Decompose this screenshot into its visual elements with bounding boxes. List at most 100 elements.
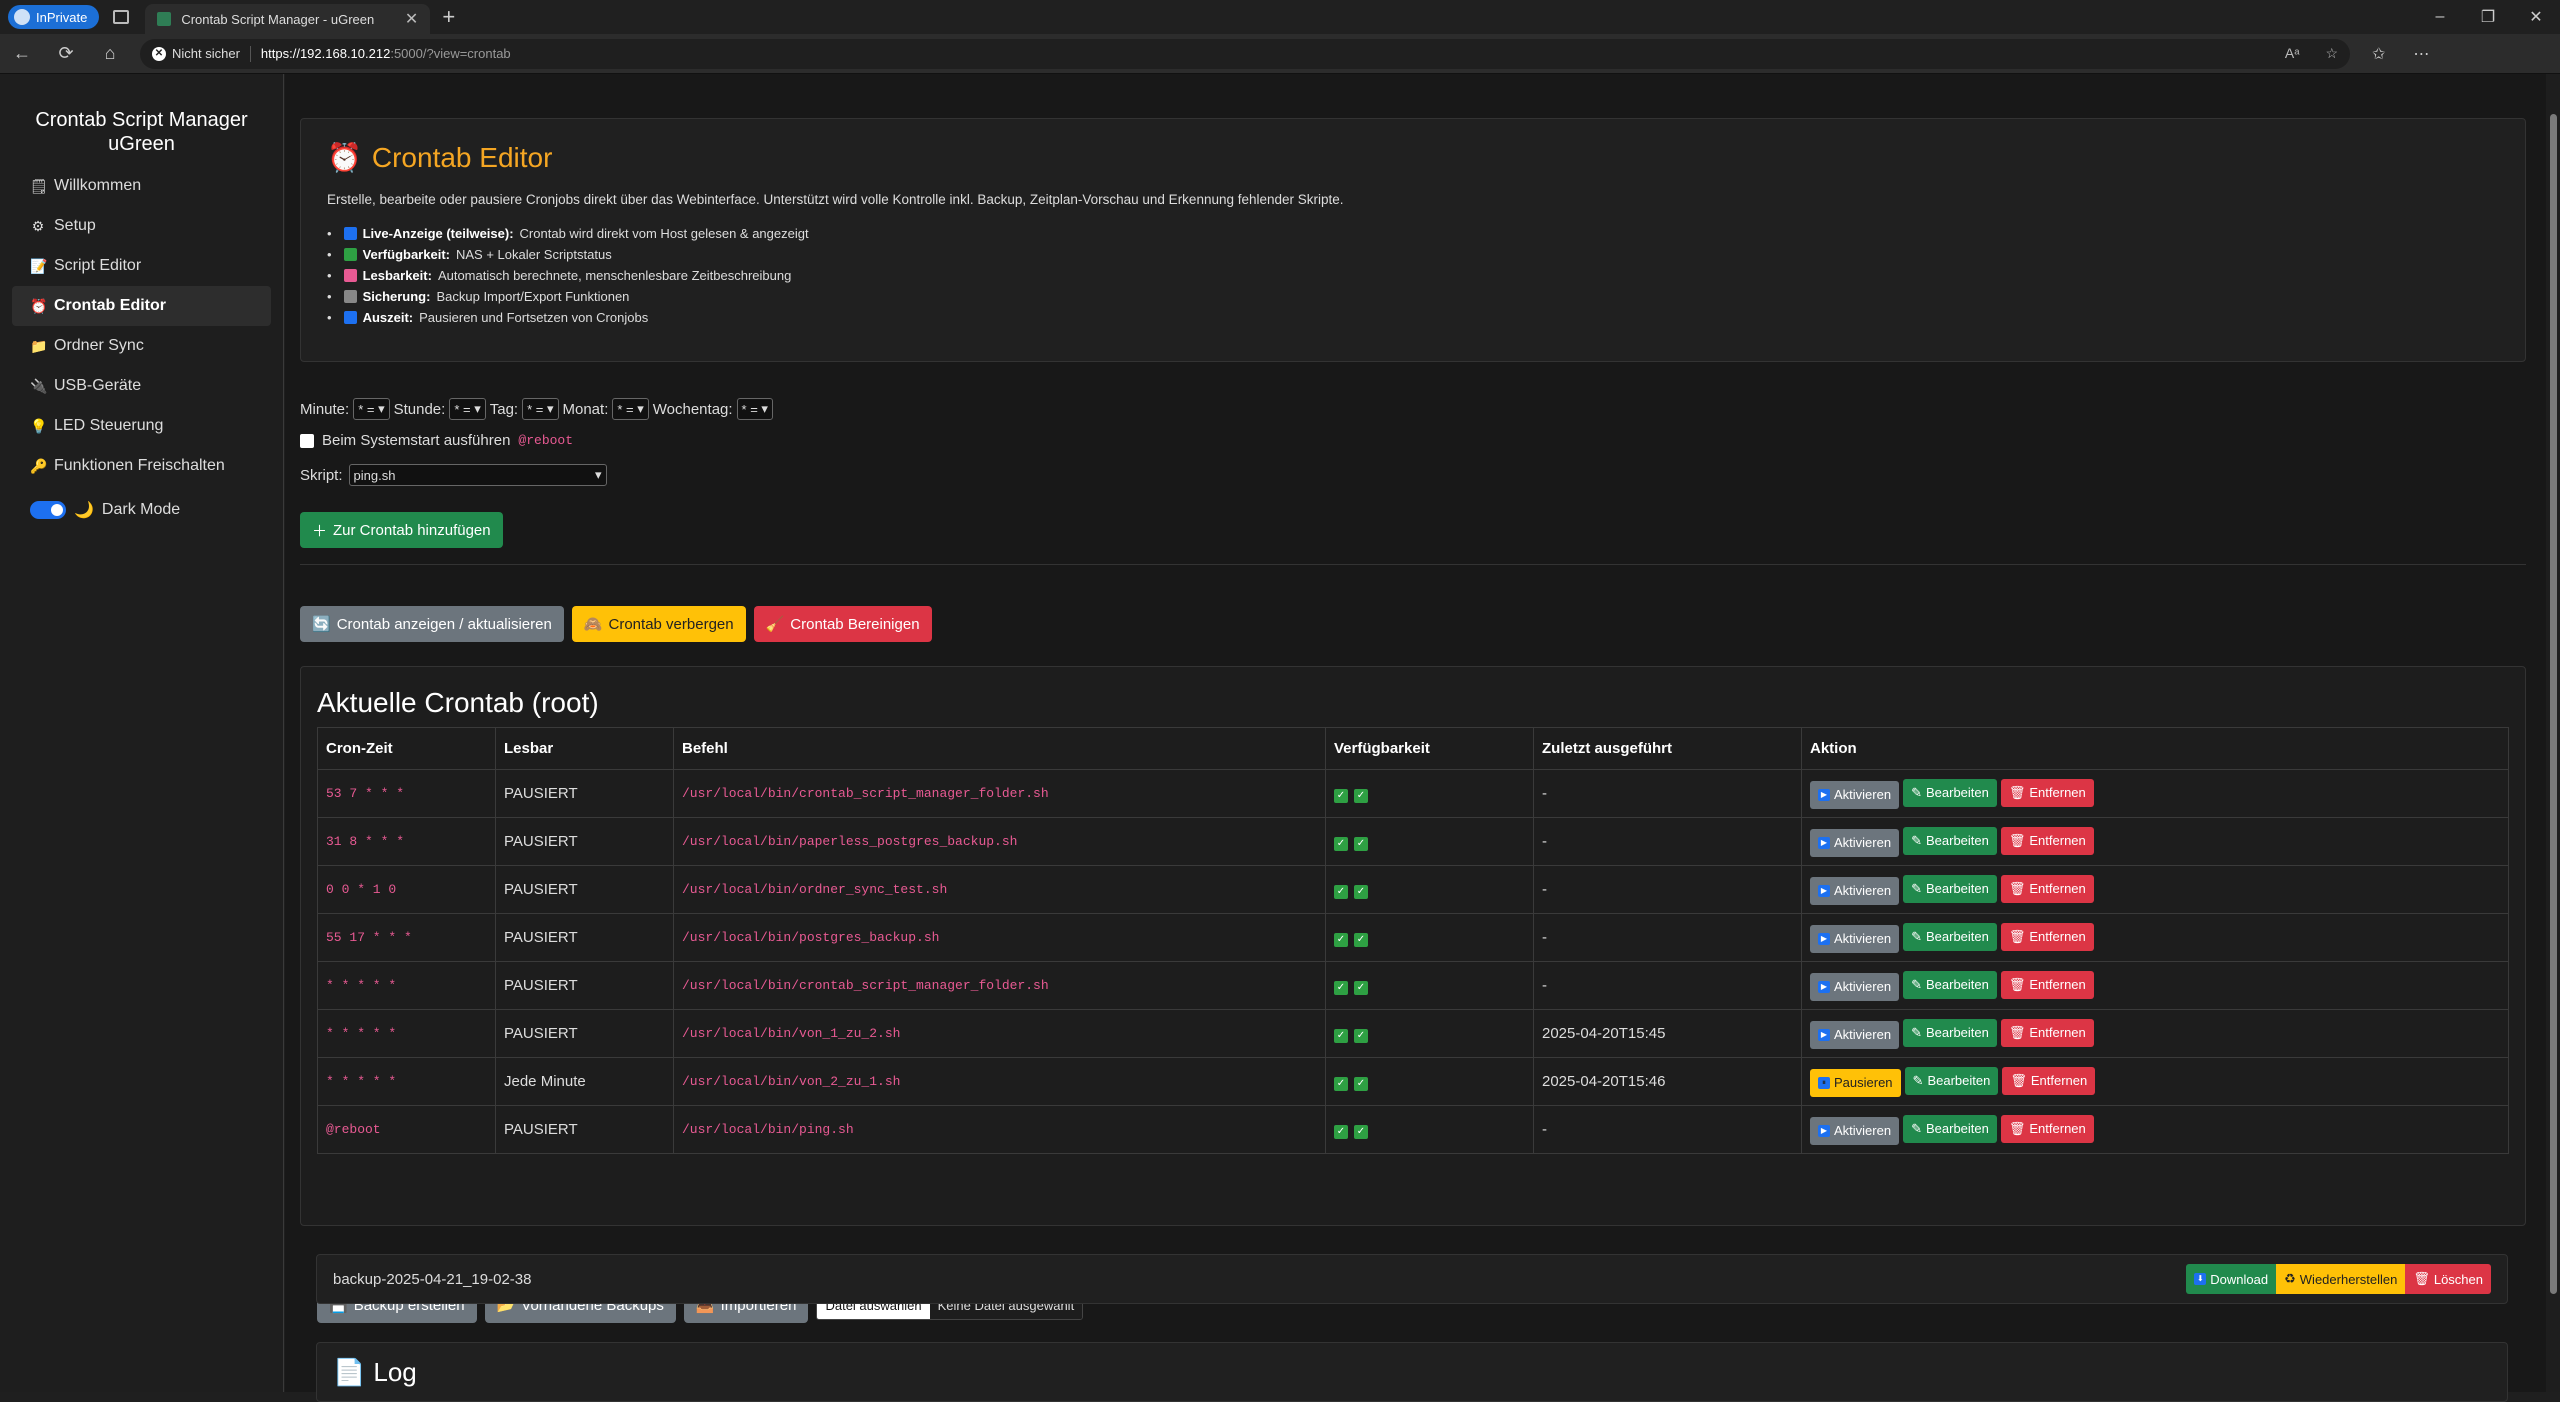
dark-mode-toggle-row[interactable]: 🌙 Dark Mode xyxy=(12,500,271,520)
remove-button[interactable]: 🗑 Entfernen xyxy=(2000,970,2094,999)
address-bar[interactable]: ✕ Nicht sicher https://192.168.10.212:500… xyxy=(140,38,2350,69)
readable-schedule: PAUSIERT xyxy=(495,961,674,1010)
edit-label: Bearbeiten xyxy=(1925,1121,1989,1136)
activate-button[interactable]: ▶ Aktivieren xyxy=(1810,780,1900,809)
feature-icon xyxy=(343,227,357,240)
url-host: 192.168.10.212 xyxy=(299,46,391,61)
browser-tab[interactable]: Crontab Script Manager - uGreen ✕ xyxy=(145,4,431,34)
play-icon: ▶ xyxy=(1818,884,1830,897)
check-icon: ✓ xyxy=(1354,788,1368,803)
pause-button[interactable]: ⏸ Pausieren xyxy=(1810,1068,1901,1097)
remove-button[interactable]: 🗑 Entfernen xyxy=(2000,922,2094,951)
check-icon: ✓ xyxy=(1354,932,1368,947)
back-icon[interactable]: ← xyxy=(0,43,44,64)
sidebar-item-funktionen-freischalten[interactable]: 🔑 Funktionen Freischalten xyxy=(12,446,271,486)
remove-button[interactable]: 🗑 Entfernen xyxy=(2002,1066,2096,1095)
hide-crontab-button[interactable]: 🙈 Crontab verbergen xyxy=(571,606,746,642)
restore-button[interactable]: ♻ Wiederherstellen xyxy=(2276,1264,2406,1294)
more-icon[interactable]: ⋯ xyxy=(2413,44,2429,64)
backup-name: backup-2025-04-21_19-02-38 xyxy=(333,1270,532,1288)
edit-button[interactable]: ✎ Bearbeiten xyxy=(1903,1114,1997,1143)
edit-button[interactable]: ✎ Bearbeiten xyxy=(1903,874,1997,903)
divider xyxy=(300,564,2526,565)
availability: ✓ ✓ xyxy=(1325,1057,1534,1106)
remove-button[interactable]: 🗑 Entfernen xyxy=(2000,1114,2094,1143)
tab-actions-icon[interactable] xyxy=(113,10,130,24)
weekday-select[interactable]: * = ▾ xyxy=(736,398,773,420)
sidebar-item-setup[interactable]: ⚙ Setup xyxy=(12,206,271,246)
add-to-crontab-button[interactable]: ＋ Zur Crontab hinzufügen xyxy=(300,512,503,548)
sidebar-title: Crontab Script Manager uGreen xyxy=(35,109,248,155)
row-actions: ▶ Aktivieren ✎ Bearbeiten 🗑 Entfernen xyxy=(1801,865,2509,914)
feature-icon xyxy=(343,311,357,324)
sidebar-item-icon: 💡 xyxy=(30,417,48,434)
play-icon: ▶ xyxy=(1818,1028,1830,1041)
new-tab-icon[interactable]: + xyxy=(442,4,455,30)
favorites-icon[interactable]: ✩ xyxy=(2372,44,2385,64)
edit-button[interactable]: ✎ Bearbeiten xyxy=(1903,970,1997,999)
check-icon: ✓ xyxy=(1334,884,1348,899)
read-aloud-icon[interactable]: A͏ᵃ xyxy=(2285,45,2300,62)
toggle-label: Aktivieren xyxy=(1834,1027,1892,1042)
remove-button[interactable]: 🗑 Entfernen xyxy=(2000,874,2094,903)
readable-schedule: PAUSIERT xyxy=(495,913,674,962)
favorite-icon[interactable]: ☆ xyxy=(2325,45,2338,62)
edit-button[interactable]: ✎ Bearbeiten xyxy=(1903,922,1997,951)
day-select[interactable]: * = ▾ xyxy=(522,398,559,420)
remove-label: Entfernen xyxy=(2029,1121,2086,1136)
minute-select[interactable]: * = ▾ xyxy=(353,398,390,420)
edit-button[interactable]: ✎ Bearbeiten xyxy=(1903,826,1997,855)
intro-card: ⏰ Crontab Editor Erstelle, bearbeite oder… xyxy=(300,118,2526,362)
hour-select[interactable]: * = ▾ xyxy=(449,398,486,420)
row-actions: ▶ Aktivieren ✎ Bearbeiten 🗑 Entfernen xyxy=(1801,913,2509,962)
script-select[interactable]: ping.sh ▾ xyxy=(348,464,607,486)
sidebar-item-ordner-sync[interactable]: 📁 Ordner Sync xyxy=(12,326,271,366)
tab-close-icon[interactable]: ✕ xyxy=(405,9,418,29)
minimize-icon[interactable]: – xyxy=(2416,8,2464,26)
readable-schedule: PAUSIERT xyxy=(495,865,674,914)
download-button[interactable]: ⬇ Download xyxy=(2186,1264,2277,1294)
edit-button[interactable]: ✎ Bearbeiten xyxy=(1903,1018,1997,1047)
activate-button[interactable]: ▶ Aktivieren xyxy=(1810,1116,1900,1145)
check-icon: ✓ xyxy=(1334,1124,1348,1139)
select-value: * = xyxy=(741,401,758,417)
reboot-checkbox[interactable] xyxy=(300,433,314,448)
close-window-icon[interactable]: ✕ xyxy=(2512,7,2560,27)
remove-button[interactable]: 🗑 Entfernen xyxy=(2000,778,2094,807)
document-icon: 📄 xyxy=(333,1357,366,1387)
edit-button[interactable]: ✎ Bearbeiten xyxy=(1904,1066,1999,1095)
sidebar-item-led-steuerung[interactable]: 💡 LED Steuerung xyxy=(12,406,271,446)
home-icon[interactable]: ⌂ xyxy=(88,43,132,64)
scrollbar[interactable] xyxy=(2546,74,2560,1392)
activate-button[interactable]: ▶ Aktivieren xyxy=(1810,876,1900,905)
sidebar-item-willkommen[interactable]: 🗒 Willkommen xyxy=(12,166,271,206)
check-icon: ✓ xyxy=(1334,1028,1348,1043)
dark-mode-toggle[interactable] xyxy=(30,501,66,519)
activate-button[interactable]: ▶ Aktivieren xyxy=(1810,972,1900,1001)
row-actions: ▶ Aktivieren ✎ Bearbeiten 🗑 Entfernen xyxy=(1801,817,2509,866)
show-crontab-button[interactable]: 🔄 Crontab anzeigen / aktualisieren xyxy=(300,606,564,642)
clean-crontab-button[interactable]: 🧹 Crontab Bereinigen xyxy=(753,606,932,642)
sidebar-item-crontab-editor[interactable]: ⏰ Crontab Editor xyxy=(12,286,271,326)
sidebar-item-usb-geräte[interactable]: 🔌 USB-Geräte xyxy=(12,366,271,406)
trash-icon: 🗑 xyxy=(2008,976,2026,992)
cron-time: * * * * * xyxy=(317,1009,496,1058)
log-card: 📄 Log xyxy=(316,1342,2508,1402)
activate-button[interactable]: ▶ Aktivieren xyxy=(1810,1020,1900,1049)
scrollbar-thumb[interactable] xyxy=(2550,114,2557,1294)
activate-button[interactable]: ▶ Aktivieren xyxy=(1810,828,1900,857)
remove-button[interactable]: 🗑 Entfernen xyxy=(2000,826,2094,855)
remove-button[interactable]: 🗑 Entfernen xyxy=(2000,1018,2094,1047)
maximize-icon[interactable]: ❐ xyxy=(2464,7,2512,27)
sidebar-item-script-editor[interactable]: 📝 Script Editor xyxy=(12,246,271,286)
month-select[interactable]: * = ▾ xyxy=(612,398,649,420)
security-warning[interactable]: ✕ Nicht sicher xyxy=(152,46,240,61)
table-row: * * * * * Jede Minute/usr/local/bin/von_2… xyxy=(317,1057,2509,1106)
reload-icon[interactable]: ⟳ xyxy=(44,43,88,64)
edit-button[interactable]: ✎ Bearbeiten xyxy=(1903,778,1997,807)
activate-button[interactable]: ▶ Aktivieren xyxy=(1810,924,1900,953)
address-bar-row: ← ⟳ ⌂ ✕ Nicht sicher https://192.168.10.2… xyxy=(0,34,2560,74)
edit-label: Bearbeiten xyxy=(1927,1073,1991,1088)
delete-backup-button[interactable]: 🗑 Löschen xyxy=(2405,1264,2491,1294)
inprivate-badge[interactable]: InPrivate xyxy=(8,5,100,29)
